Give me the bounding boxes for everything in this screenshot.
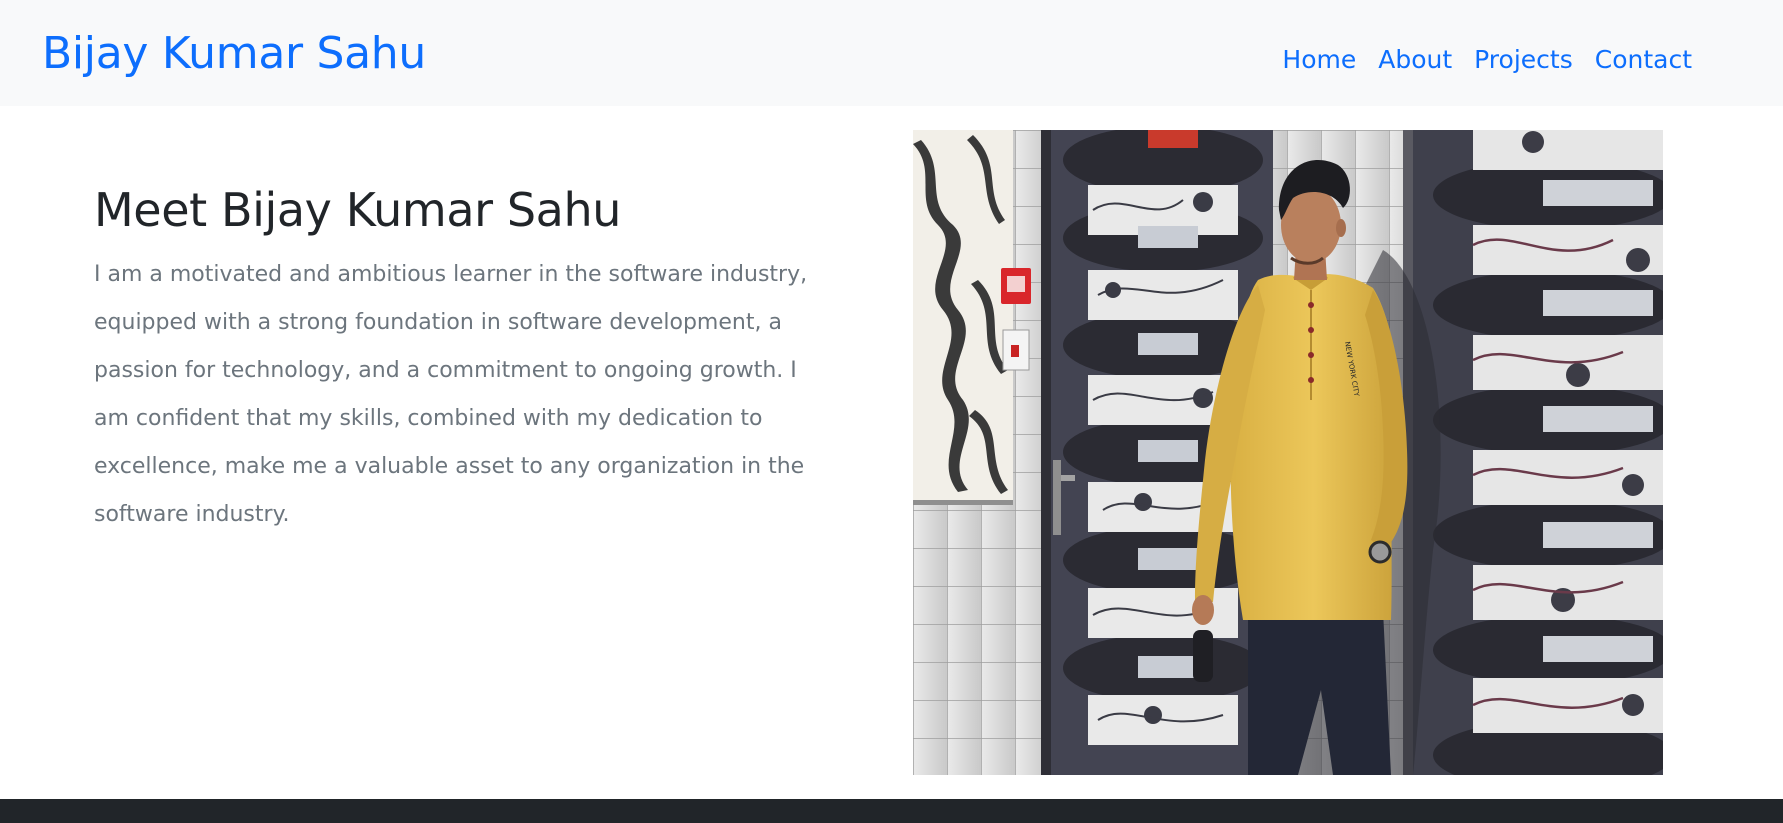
footer-bar [0,799,1783,823]
hero-title: Meet Bijay Kumar Sahu [94,183,621,237]
nav-link-contact[interactable]: Contact [1595,42,1692,78]
hero-section: Meet Bijay Kumar Sahu I am a motivated a… [94,178,834,539]
nav-link-about[interactable]: About [1378,42,1452,78]
navbar: Bijay Kumar Sahu Home About Projects Con… [0,0,1783,106]
nav-link-projects[interactable]: Projects [1474,42,1573,78]
nav-links: Home About Projects Contact [1282,42,1692,78]
hero-description: I am a motivated and ambitious learner i… [94,262,808,527]
nav-link-home[interactable]: Home [1282,42,1356,78]
brand-link[interactable]: Bijay Kumar Sahu [42,24,426,84]
profile-photo: NEW YORK CITY [913,130,1663,775]
